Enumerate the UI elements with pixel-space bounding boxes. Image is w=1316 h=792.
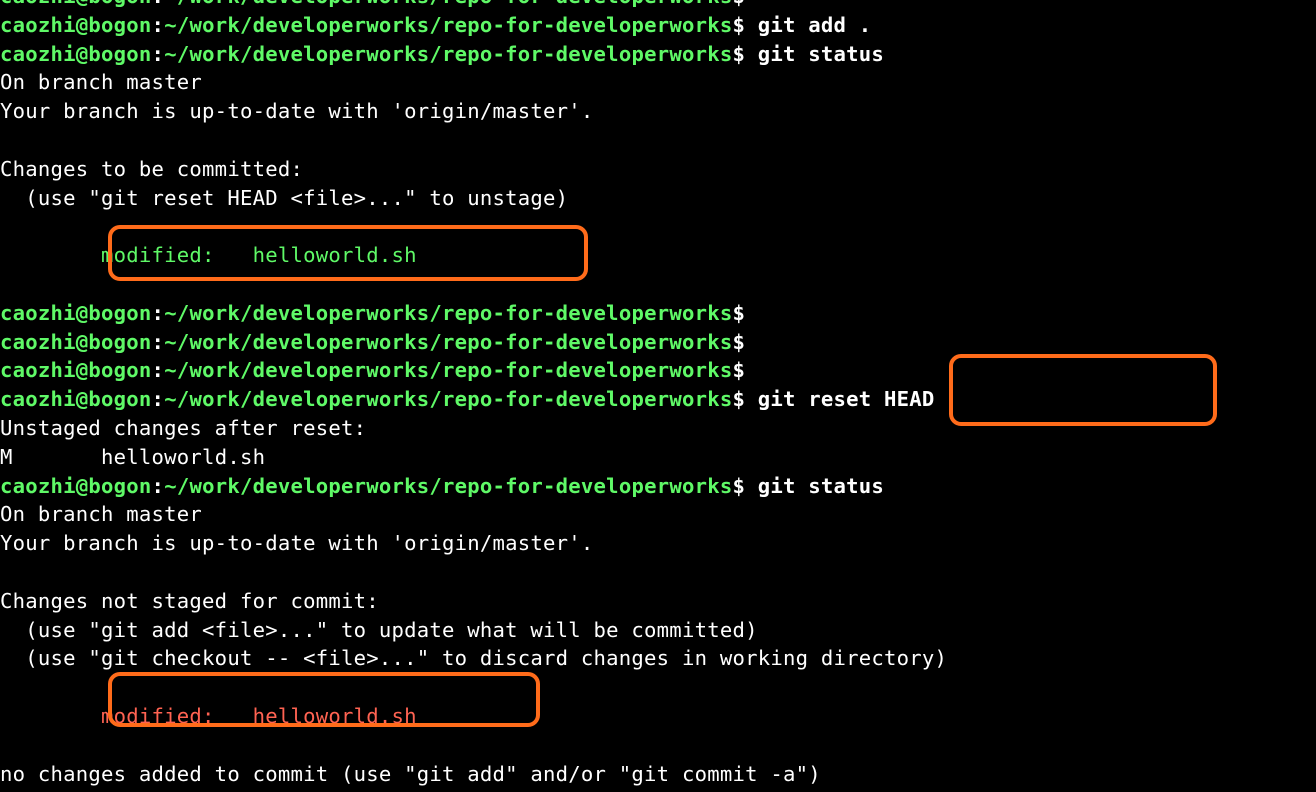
prompt-colon: : [152,13,165,37]
prompt-path: ~/work/developerworks/repo-for-developer… [164,0,732,8]
prompt-user-host: caozhi@bogon [0,330,152,354]
prompt-dollar: $ [732,387,745,411]
prompt-path: ~/work/developerworks/repo-for-developer… [164,301,732,325]
prompt-path: ~/work/developerworks/repo-for-developer… [164,387,732,411]
command-text: git status [758,474,884,498]
output-line: Changes to be committed: [0,157,303,181]
prompt-path: ~/work/developerworks/repo-for-developer… [164,330,732,354]
terminal-output[interactable]: caozhi@bogon:~/work/developerworks/repo-… [0,0,1316,792]
prompt-dollar: $ [732,0,745,8]
command-text: git reset HEAD [758,387,935,411]
prompt-dollar: $ [732,42,745,66]
prompt-colon: : [152,474,165,498]
command-text: git add . [758,13,872,37]
output-line: (use "git add <file>..." to update what … [0,618,758,642]
output-line: Your branch is up-to-date with 'origin/m… [0,99,594,123]
output-line: Your branch is up-to-date with 'origin/m… [0,531,594,555]
prompt-user-host: caozhi@bogon [0,42,152,66]
prompt-colon: : [152,301,165,325]
prompt-user-host: caozhi@bogon [0,474,152,498]
prompt-path: ~/work/developerworks/repo-for-developer… [164,42,732,66]
prompt-dollar: $ [732,301,745,325]
prompt-colon: : [152,387,165,411]
output-line: no changes added to commit (use "git add… [0,762,821,786]
staged-file-line: modified: helloworld.sh [0,243,417,267]
unstaged-file-line: modified: helloworld.sh [0,704,417,728]
prompt-colon: : [152,358,165,382]
prompt-path: ~/work/developerworks/repo-for-developer… [164,358,732,382]
prompt-dollar: $ [732,330,745,354]
prompt-path: ~/work/developerworks/repo-for-developer… [164,13,732,37]
prompt-dollar: $ [732,13,745,37]
output-line: On branch master [0,502,202,526]
prompt-user-host: caozhi@bogon [0,301,152,325]
output-line: Changes not staged for commit: [0,589,379,613]
prompt-path: ~/work/developerworks/repo-for-developer… [164,474,732,498]
prompt-user-host: caozhi@bogon [0,0,152,8]
prompt-user-host: caozhi@bogon [0,13,152,37]
prompt-dollar: $ [732,358,745,382]
output-line: On branch master [0,70,202,94]
prompt-colon: : [152,42,165,66]
command-text: git status [758,42,884,66]
output-line: M helloworld.sh [0,445,265,469]
prompt-user-host: caozhi@bogon [0,387,152,411]
prompt-colon: : [152,0,165,8]
output-line: (use "git reset HEAD <file>..." to unsta… [0,186,568,210]
output-line: Unstaged changes after reset: [0,416,366,440]
prompt-dollar: $ [732,474,745,498]
prompt-user-host: caozhi@bogon [0,358,152,382]
output-line: (use "git checkout -- <file>..." to disc… [0,646,947,670]
prompt-colon: : [152,330,165,354]
